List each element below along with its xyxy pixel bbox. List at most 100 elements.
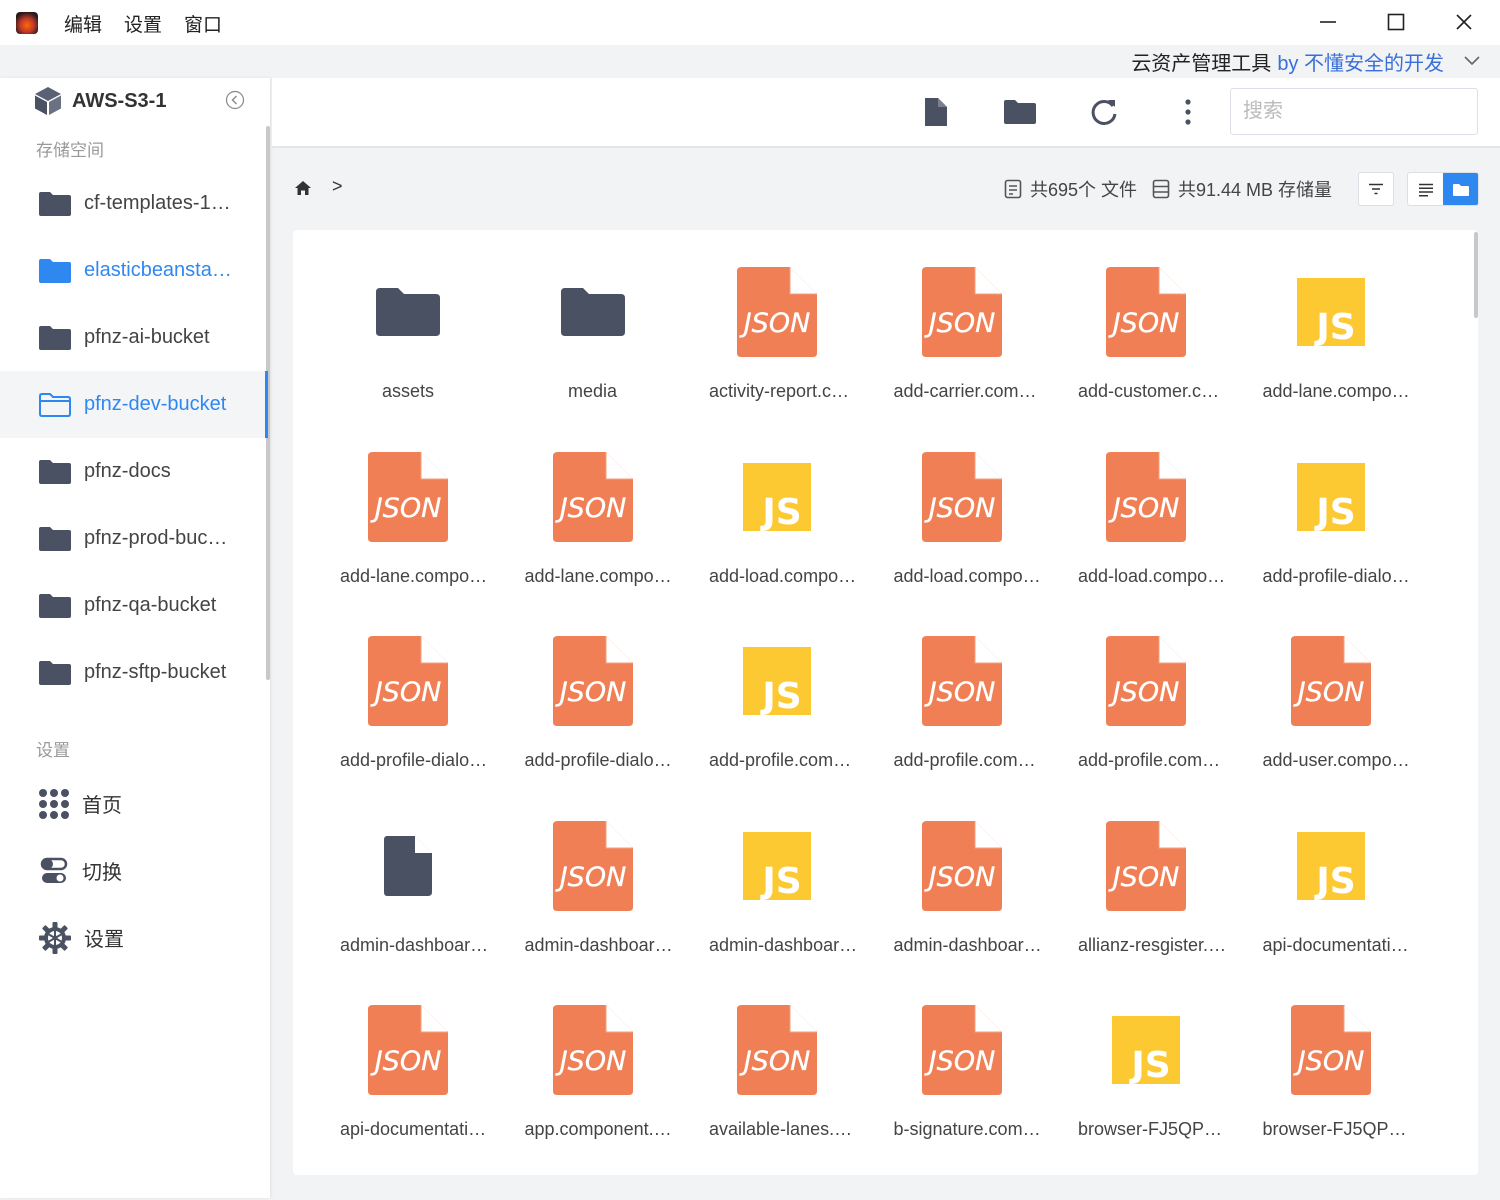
search-input[interactable]: [1230, 88, 1478, 135]
folder-outline-icon: [39, 392, 71, 417]
content-scrollbar[interactable]: [1474, 232, 1478, 318]
json-file-icon: JSON: [921, 636, 1002, 726]
json-file-icon: JSON: [1106, 267, 1187, 357]
sidebar-setting-item[interactable]: 设置: [0, 904, 266, 971]
storage-section-heading: 存储空间: [36, 141, 104, 160]
filter-icon: [1369, 183, 1383, 195]
file-tile[interactable]: JSON app.component.json: [501, 991, 686, 1175]
file-tile[interactable]: JSON add-lane.component.html.json: [316, 438, 501, 623]
file-tile[interactable]: JS add-profile-dialog.component.js: [1239, 438, 1424, 623]
sidebar-bucket-item[interactable]: pfnz-prod-bucket: [0, 505, 266, 572]
file-tile[interactable]: JS add-lane.component.js: [1239, 253, 1424, 438]
tile-icon: JSON: [685, 1004, 870, 1096]
file-tile[interactable]: JS add-profile.component.js: [685, 622, 870, 807]
file-tile[interactable]: JS browser-FJ5QPDOV.js: [1054, 991, 1239, 1175]
new-folder-button[interactable]: [1002, 94, 1038, 130]
tile-name: add-user.component.json: [1262, 750, 1413, 770]
folder-view-icon: [1452, 184, 1469, 196]
folder-icon: [1004, 100, 1036, 124]
brand-name: 云资产管理工具: [1131, 52, 1272, 75]
tile-name: admin-dashboard.component.js: [709, 934, 859, 955]
list-view-button[interactable]: [1408, 173, 1443, 205]
file-tile[interactable]: JSON add-profile.component.html.json: [870, 622, 1055, 807]
more-options-button[interactable]: [1170, 94, 1206, 130]
file-tile[interactable]: JSON add-user.component.json: [1239, 622, 1424, 807]
file-tile[interactable]: JS add-load.component.js: [685, 438, 870, 623]
tile-name: b-signature.component.json: [893, 1119, 1044, 1139]
sidebar-bucket-item[interactable]: pfnz-dev-bucket: [0, 371, 268, 438]
file-tile[interactable]: JSON activity-report.component.json: [685, 253, 870, 438]
folder-tile[interactable]: media: [501, 253, 686, 438]
brand-line[interactable]: 云资产管理工具 by 不懂安全的开发: [1131, 47, 1480, 76]
file-tile[interactable]: JSON add-load.component.json: [1054, 438, 1239, 623]
close-icon: [1456, 14, 1472, 30]
tile-name: add-carrier.component.json: [893, 381, 1044, 401]
file-tile[interactable]: JSON add-load.component.html.json: [870, 438, 1055, 623]
tile-name: app.component.json: [524, 1119, 675, 1139]
sidebar-bucket-item[interactable]: cf-templates-1f6j2yxkm4r3c-ap-southeast-…: [0, 170, 266, 237]
folder-tile[interactable]: assets: [316, 253, 501, 438]
file-tile[interactable]: JSON admin-dashboard.component.html.json: [501, 807, 686, 992]
svg-text:JSON: JSON: [1108, 677, 1180, 708]
svg-text:JS: JS: [760, 861, 802, 901]
file-tile[interactable]: JSON add-customer.component.json: [1054, 253, 1239, 438]
close-button[interactable]: [1448, 8, 1480, 36]
file-tile[interactable]: JSON add-profile.component.json: [1054, 622, 1239, 807]
storage-stat: 共91.44 MB 存储量: [1152, 176, 1332, 202]
collapse-sidebar-icon[interactable]: [225, 90, 245, 110]
file-tile[interactable]: admin-dashboard.component: [316, 807, 501, 992]
breadcrumb-separator: >: [332, 176, 343, 196]
sidebar-bucket-item[interactable]: elasticbeanstalk-ap-southeast-2: [0, 237, 266, 304]
grid-view-button[interactable]: [1443, 173, 1478, 205]
file-tile[interactable]: JSON add-profile-dialog.component.html.j…: [316, 622, 501, 807]
tile-name: activity-report.component.json: [709, 381, 859, 401]
file-tile[interactable]: JSON browser-FJ5QPDOV.js.map.json: [1239, 991, 1424, 1175]
file-tile[interactable]: JSON admin-dashboard.component.json: [870, 807, 1055, 992]
tile-icon: JSON: [501, 451, 686, 543]
svg-text:JSON: JSON: [739, 1046, 811, 1077]
minimize-button[interactable]: [1312, 8, 1344, 36]
info-bar: > 共695个 文件 共91.44 MB 存储量: [272, 150, 1500, 226]
svg-text:JSON: JSON: [1108, 493, 1180, 524]
tile-name: add-lane.component.html.json: [340, 565, 490, 586]
tile-name: add-profile-dialog.component.html.json: [340, 750, 490, 770]
file-tile[interactable]: JSON api-documentation.component.json: [316, 991, 501, 1175]
refresh-button[interactable]: [1086, 94, 1122, 130]
account-title: AWS-S3-1: [72, 89, 167, 112]
svg-text:JSON: JSON: [1108, 862, 1180, 893]
brand-author[interactable]: by 不懂安全的开发: [1277, 47, 1444, 76]
tile-name: media: [567, 381, 618, 401]
file-tile[interactable]: JSON allianz-resgister.component.json: [1054, 807, 1239, 992]
sidebar-bucket-item[interactable]: pfnz-sftp-bucket: [0, 639, 266, 706]
tile-name: add-profile.component.json: [1078, 750, 1228, 770]
file-tile[interactable]: JSON add-lane.component.json: [501, 438, 686, 623]
folder-icon: [39, 325, 71, 350]
sidebar-setting-item[interactable]: 首页: [0, 770, 266, 837]
svg-text:JS: JS: [760, 492, 802, 532]
file-tile[interactable]: JSON b-signature.component.json: [870, 991, 1055, 1175]
home-icon[interactable]: [294, 180, 312, 196]
tile-name: add-load.component.json: [1078, 565, 1228, 586]
file-tile[interactable]: JS api-documentation.component.js: [1239, 807, 1424, 992]
sidebar-setting-item[interactable]: 切换: [0, 837, 266, 904]
sidebar-bucket-item[interactable]: pfnz-docs: [0, 438, 266, 505]
js-file-icon: JS: [1296, 278, 1365, 347]
file-tile[interactable]: JSON add-profile-dialog.component.json: [501, 622, 686, 807]
bucket-label: pfnz-qa-bucket: [84, 594, 217, 616]
chevron-down-icon[interactable]: [1464, 56, 1480, 66]
file-grid: assets media JSON activity-report.compon…: [316, 253, 1423, 1175]
menu-settings[interactable]: 设置: [124, 10, 162, 37]
maximize-button[interactable]: [1380, 8, 1412, 36]
file-tile[interactable]: JSON add-carrier.component.json: [870, 253, 1055, 438]
sidebar-bucket-item[interactable]: pfnz-qa-bucket: [0, 572, 266, 639]
filter-button[interactable]: [1358, 172, 1394, 206]
file-tile[interactable]: JS admin-dashboard.component.js: [685, 807, 870, 992]
file-tile[interactable]: JSON available-lanes.component.json: [685, 991, 870, 1175]
sidebar-bucket-item[interactable]: pfnz-ai-bucket: [0, 304, 266, 371]
menu-edit[interactable]: 编辑: [64, 10, 102, 37]
menu-window[interactable]: 窗口: [184, 10, 222, 37]
tile-name: add-load.component.html.json: [893, 565, 1044, 586]
js-file-icon: JS: [1112, 1016, 1181, 1085]
tile-icon: JSON: [685, 266, 870, 358]
new-file-button[interactable]: [918, 94, 954, 130]
